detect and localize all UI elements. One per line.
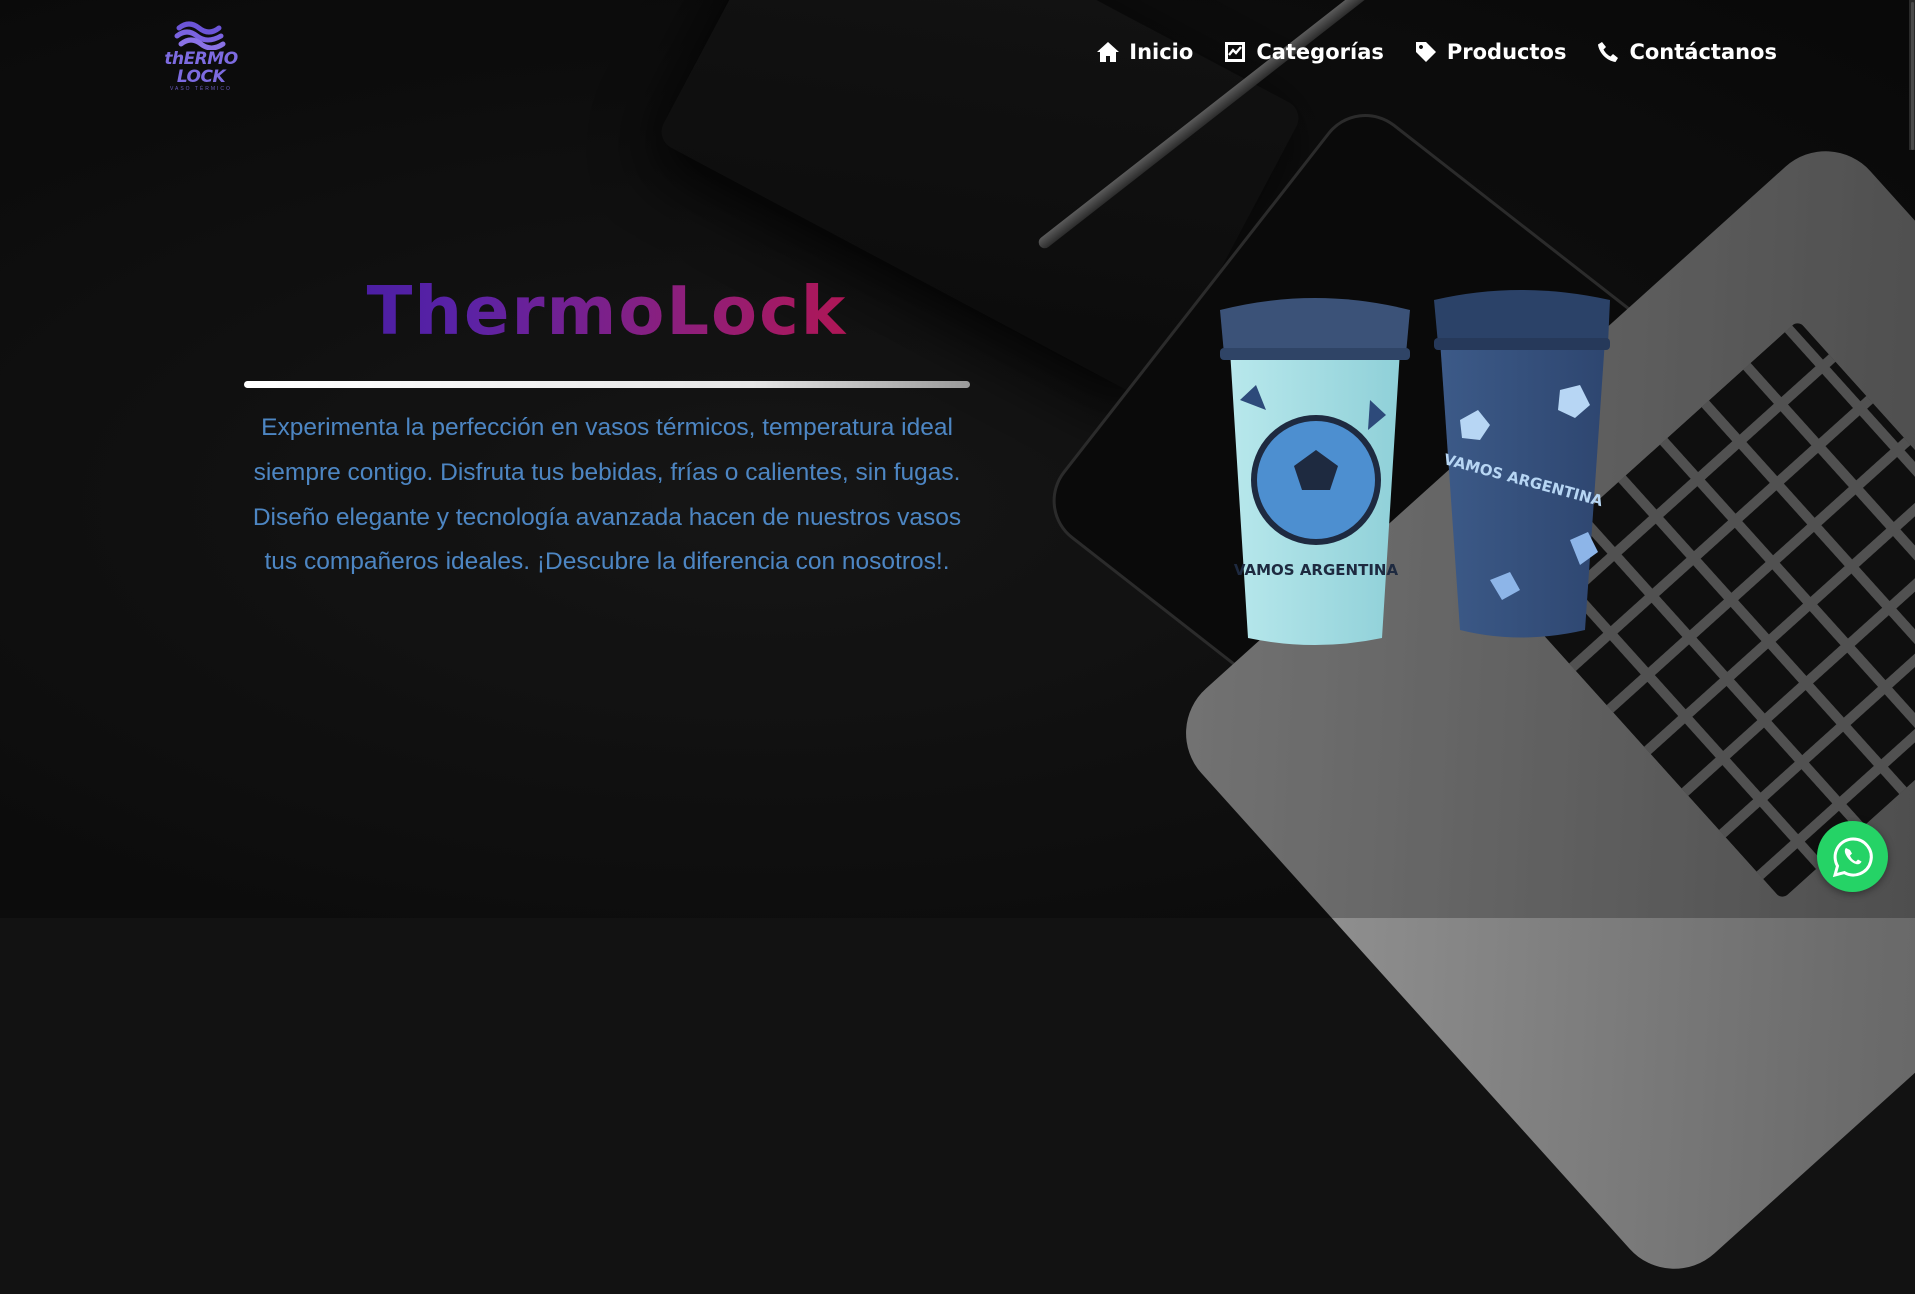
nav-item-label: Inicio bbox=[1129, 40, 1194, 64]
left-cup: VAMOS ARGENTINA bbox=[1220, 298, 1410, 645]
nav-item-label: Contáctanos bbox=[1629, 40, 1777, 64]
nav-item-inicio[interactable]: Inicio bbox=[1096, 40, 1193, 64]
nav-item-categorias[interactable]: Categorías bbox=[1223, 40, 1384, 64]
hero-title: ThermoLock bbox=[244, 272, 970, 350]
chart-line-icon bbox=[1225, 42, 1246, 62]
whatsapp-button[interactable] bbox=[1817, 821, 1888, 892]
logo-text: thERMO LOCK bbox=[164, 49, 238, 87]
nav-item-productos[interactable]: Productos bbox=[1414, 40, 1567, 64]
scrollbar-thumb[interactable] bbox=[1911, 2, 1914, 150]
hero-divider bbox=[244, 381, 970, 388]
nav-item-label: Productos bbox=[1446, 40, 1567, 64]
phone-icon bbox=[1598, 42, 1619, 62]
hero-description: Experimenta la perfección en vasos térmi… bbox=[252, 414, 962, 576]
site-logo[interactable]: thERMO LOCK VASO TÉRMICO bbox=[146, 20, 256, 92]
whatsapp-icon bbox=[1832, 836, 1873, 877]
scrollbar[interactable] bbox=[1909, 0, 1915, 150]
main-nav: Inicio Categorías Productos Contáctanos bbox=[1096, 40, 1777, 64]
left-cup-label: VAMOS ARGENTINA bbox=[1234, 561, 1399, 579]
right-cup: VAMOS ARGENTINA bbox=[1434, 290, 1610, 638]
product-cups-image: VAMOS ARGENTINA VAMOS ARGENTINA bbox=[1220, 290, 1610, 645]
home-icon bbox=[1097, 42, 1120, 62]
logo-subtitle: VASO TÉRMICO bbox=[170, 86, 232, 92]
nav-item-contactanos[interactable]: Contáctanos bbox=[1596, 40, 1777, 64]
logo-waves-icon bbox=[174, 21, 226, 50]
nav-item-label: Categorías bbox=[1256, 40, 1384, 64]
tag-icon bbox=[1415, 42, 1436, 62]
